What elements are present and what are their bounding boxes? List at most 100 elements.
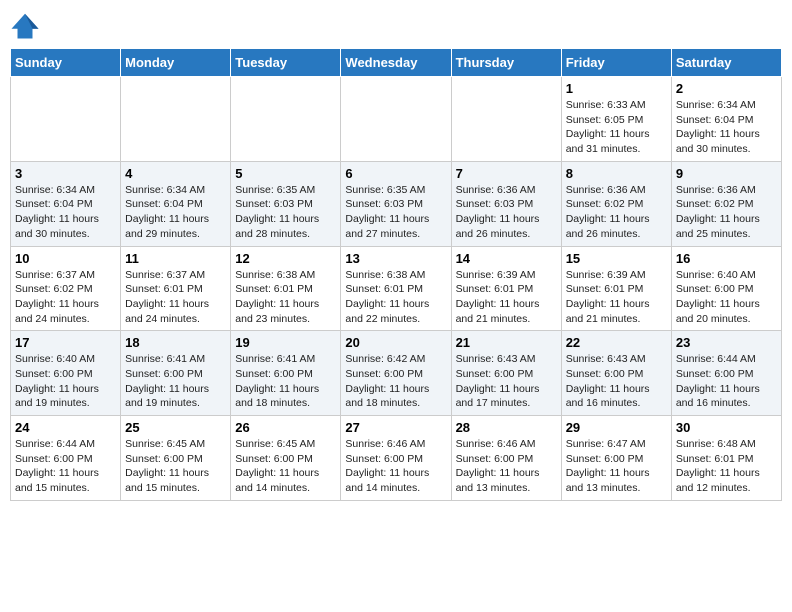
day-info: Sunrise: 6:37 AM Sunset: 6:01 PM Dayligh… — [125, 268, 226, 327]
calendar-cell: 9Sunrise: 6:36 AM Sunset: 6:02 PM Daylig… — [671, 161, 781, 246]
calendar-cell: 21Sunrise: 6:43 AM Sunset: 6:00 PM Dayli… — [451, 331, 561, 416]
calendar-cell: 17 Sunrise: 6:40 AM Sunset: 6:00 PM Dayli… — [11, 331, 121, 416]
calendar-day-header: Thursday — [451, 49, 561, 77]
calendar-cell: 3 Sunrise: 6:34 AM Sunset: 6:04 PM Daylig… — [11, 161, 121, 246]
day-info: Sunrise: 6:41 AM Sunset: 6:00 PM Dayligh… — [235, 352, 336, 411]
day-info: Sunrise: 6:38 AM Sunset: 6:01 PM Dayligh… — [235, 268, 336, 327]
calendar-day-header: Friday — [561, 49, 671, 77]
calendar-week-row: 24Sunrise: 6:44 AM Sunset: 6:00 PM Dayli… — [11, 416, 782, 501]
day-number: 14 — [456, 251, 557, 266]
day-info: Sunrise: 6:38 AM Sunset: 6:01 PM Dayligh… — [345, 268, 446, 327]
day-number: 26 — [235, 420, 336, 435]
day-number: 8 — [566, 166, 667, 181]
day-info: Sunrise: 6:39 AM Sunset: 6:01 PM Dayligh… — [456, 268, 557, 327]
calendar-cell: 13 Sunrise: 6:38 AM Sunset: 6:01 PM Dayli… — [341, 246, 451, 331]
calendar-day-header: Wednesday — [341, 49, 451, 77]
day-number: 13 — [345, 251, 446, 266]
calendar-cell: 23Sunrise: 6:44 AM Sunset: 6:00 PM Dayli… — [671, 331, 781, 416]
calendar-cell: 11 Sunrise: 6:37 AM Sunset: 6:01 PM Dayli… — [121, 246, 231, 331]
day-number: 27 — [345, 420, 446, 435]
day-info: Sunrise: 6:34 AM Sunset: 6:04 PM Dayligh… — [676, 98, 777, 157]
day-number: 25 — [125, 420, 226, 435]
calendar-week-row: 3 Sunrise: 6:34 AM Sunset: 6:04 PM Daylig… — [11, 161, 782, 246]
day-number: 10 — [15, 251, 116, 266]
day-number: 3 — [15, 166, 116, 181]
calendar-cell: 1 Sunrise: 6:33 AM Sunset: 6:05 PM Daylig… — [561, 77, 671, 162]
day-info: Sunrise: 6:40 AM Sunset: 6:00 PM Dayligh… — [676, 268, 777, 327]
day-info: Sunrise: 6:33 AM Sunset: 6:05 PM Dayligh… — [566, 98, 667, 157]
day-number: 11 — [125, 251, 226, 266]
day-info: Sunrise: 6:43 AM Sunset: 6:00 PM Dayligh… — [456, 352, 557, 411]
day-number: 2 — [676, 81, 777, 96]
calendar-header-row: SundayMondayTuesdayWednesdayThursdayFrid… — [11, 49, 782, 77]
calendar-cell — [341, 77, 451, 162]
day-number: 5 — [235, 166, 336, 181]
calendar-cell: 5 Sunrise: 6:35 AM Sunset: 6:03 PM Daylig… — [231, 161, 341, 246]
calendar-cell: 16 Sunrise: 6:40 AM Sunset: 6:00 PM Dayli… — [671, 246, 781, 331]
day-info: Sunrise: 6:46 AM Sunset: 6:00 PM Dayligh… — [345, 437, 446, 496]
day-number: 20 — [345, 335, 446, 350]
calendar-cell: 30 Sunrise: 6:48 AM Sunset: 6:01 PM Dayli… — [671, 416, 781, 501]
calendar-cell: 14 Sunrise: 6:39 AM Sunset: 6:01 PM Dayli… — [451, 246, 561, 331]
logo-icon — [10, 10, 40, 40]
day-info: Sunrise: 6:35 AM Sunset: 6:03 PM Dayligh… — [235, 183, 336, 242]
day-info: Sunrise: 6:36 AM Sunset: 6:02 PM Dayligh… — [566, 183, 667, 242]
day-info: Sunrise: 6:37 AM Sunset: 6:02 PM Dayligh… — [15, 268, 116, 327]
calendar-day-header: Tuesday — [231, 49, 341, 77]
calendar-cell: 20Sunrise: 6:42 AM Sunset: 6:00 PM Dayli… — [341, 331, 451, 416]
day-number: 7 — [456, 166, 557, 181]
day-number: 4 — [125, 166, 226, 181]
day-number: 28 — [456, 420, 557, 435]
calendar-week-row: 10 Sunrise: 6:37 AM Sunset: 6:02 PM Dayli… — [11, 246, 782, 331]
day-number: 12 — [235, 251, 336, 266]
day-number: 29 — [566, 420, 667, 435]
logo — [10, 10, 44, 40]
day-number: 1 — [566, 81, 667, 96]
calendar-cell: 26 Sunrise: 6:45 AM Sunset: 6:00 PM Dayli… — [231, 416, 341, 501]
day-number: 30 — [676, 420, 777, 435]
day-number: 6 — [345, 166, 446, 181]
day-number: 22 — [566, 335, 667, 350]
day-info: Sunrise: 6:45 AM Sunset: 6:00 PM Dayligh… — [235, 437, 336, 496]
calendar-week-row: 17 Sunrise: 6:40 AM Sunset: 6:00 PM Dayli… — [11, 331, 782, 416]
calendar-day-header: Sunday — [11, 49, 121, 77]
day-info: Sunrise: 6:34 AM Sunset: 6:04 PM Dayligh… — [125, 183, 226, 242]
calendar-cell: 29 Sunrise: 6:47 AM Sunset: 6:00 PM Dayli… — [561, 416, 671, 501]
day-info: Sunrise: 6:36 AM Sunset: 6:03 PM Dayligh… — [456, 183, 557, 242]
calendar-cell: 19 Sunrise: 6:41 AM Sunset: 6:00 PM Dayli… — [231, 331, 341, 416]
day-info: Sunrise: 6:35 AM Sunset: 6:03 PM Dayligh… — [345, 183, 446, 242]
calendar-cell: 4 Sunrise: 6:34 AM Sunset: 6:04 PM Daylig… — [121, 161, 231, 246]
day-number: 23 — [676, 335, 777, 350]
day-info: Sunrise: 6:43 AM Sunset: 6:00 PM Dayligh… — [566, 352, 667, 411]
day-info: Sunrise: 6:39 AM Sunset: 6:01 PM Dayligh… — [566, 268, 667, 327]
calendar-cell: 22 Sunrise: 6:43 AM Sunset: 6:00 PM Dayli… — [561, 331, 671, 416]
calendar-cell: 15 Sunrise: 6:39 AM Sunset: 6:01 PM Dayli… — [561, 246, 671, 331]
day-info: Sunrise: 6:44 AM Sunset: 6:00 PM Dayligh… — [15, 437, 116, 496]
day-number: 16 — [676, 251, 777, 266]
calendar-day-header: Saturday — [671, 49, 781, 77]
calendar-cell: 8 Sunrise: 6:36 AM Sunset: 6:02 PM Daylig… — [561, 161, 671, 246]
day-info: Sunrise: 6:47 AM Sunset: 6:00 PM Dayligh… — [566, 437, 667, 496]
calendar-cell: 2 Sunrise: 6:34 AM Sunset: 6:04 PM Daylig… — [671, 77, 781, 162]
calendar-cell: 7 Sunrise: 6:36 AM Sunset: 6:03 PM Daylig… — [451, 161, 561, 246]
calendar-header: SundayMondayTuesdayWednesdayThursdayFrid… — [11, 49, 782, 77]
calendar-cell — [451, 77, 561, 162]
day-number: 15 — [566, 251, 667, 266]
calendar: SundayMondayTuesdayWednesdayThursdayFrid… — [10, 48, 782, 501]
day-number: 17 — [15, 335, 116, 350]
day-info: Sunrise: 6:46 AM Sunset: 6:00 PM Dayligh… — [456, 437, 557, 496]
day-info: Sunrise: 6:40 AM Sunset: 6:00 PM Dayligh… — [15, 352, 116, 411]
day-number: 9 — [676, 166, 777, 181]
day-info: Sunrise: 6:41 AM Sunset: 6:00 PM Dayligh… — [125, 352, 226, 411]
calendar-cell — [231, 77, 341, 162]
calendar-day-header: Monday — [121, 49, 231, 77]
day-number: 18 — [125, 335, 226, 350]
day-number: 19 — [235, 335, 336, 350]
calendar-cell: 12 Sunrise: 6:38 AM Sunset: 6:01 PM Dayli… — [231, 246, 341, 331]
calendar-cell: 10 Sunrise: 6:37 AM Sunset: 6:02 PM Dayli… — [11, 246, 121, 331]
page-header — [10, 10, 782, 40]
calendar-cell: 28 Sunrise: 6:46 AM Sunset: 6:00 PM Dayli… — [451, 416, 561, 501]
day-info: Sunrise: 6:34 AM Sunset: 6:04 PM Dayligh… — [15, 183, 116, 242]
day-info: Sunrise: 6:48 AM Sunset: 6:01 PM Dayligh… — [676, 437, 777, 496]
day-info: Sunrise: 6:45 AM Sunset: 6:00 PM Dayligh… — [125, 437, 226, 496]
